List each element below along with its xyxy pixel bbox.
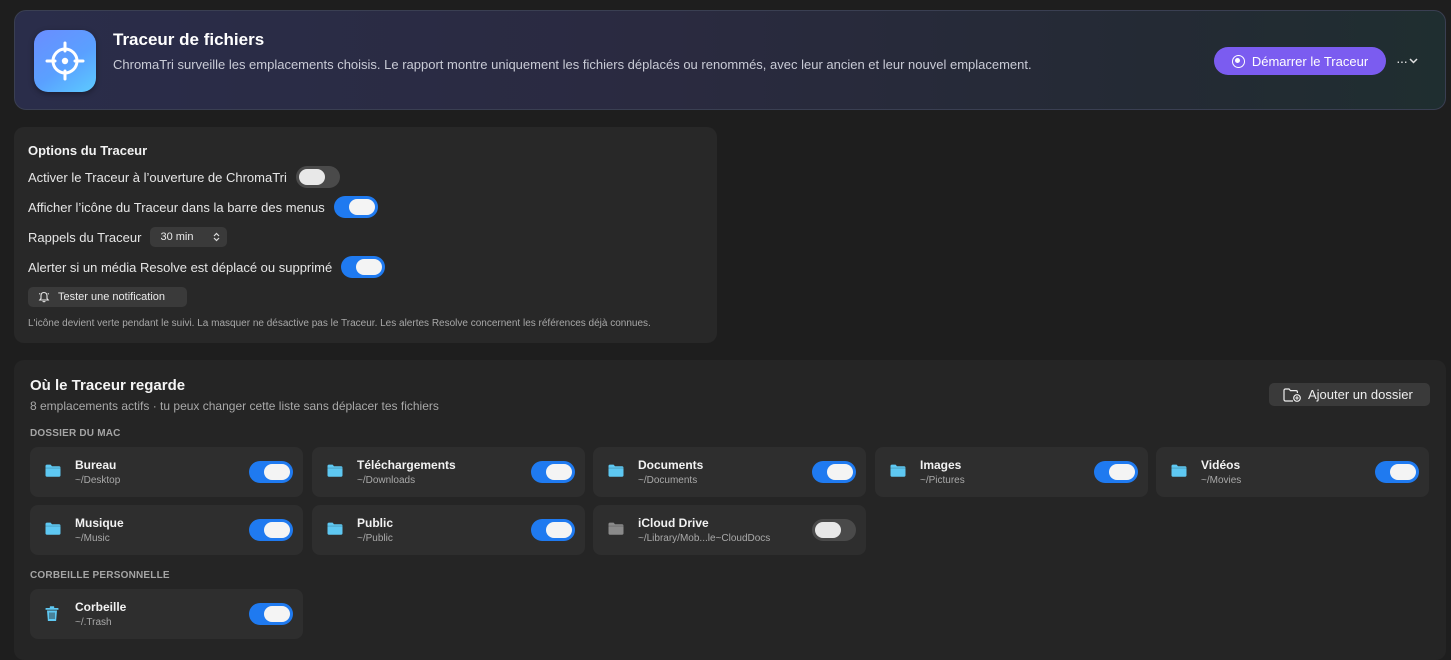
folder-icon [327,522,343,540]
folder-icon [45,522,61,540]
folder-icon [1171,464,1187,482]
location-path: ~/Movies [1201,475,1242,486]
chevron-down-icon [1409,58,1418,64]
add-folder-button[interactable]: Ajouter un dossier [1269,383,1430,406]
options-title: Options du Traceur [28,143,148,158]
more-options-button[interactable]: ··· [1396,51,1426,71]
folder-icon [45,464,61,482]
reminders-value: 30 min [160,231,194,243]
location-path: ~/Downloads [357,475,416,486]
bell-icon [38,291,50,303]
crosshair-target-icon [34,30,96,92]
location-name: Musique [75,516,124,530]
option-menubar-icon: Afficher l’icône du Traceur dans la barr… [28,196,378,218]
location-toggle[interactable] [531,461,575,483]
option-label: Activer le Traceur à l’ouverture de Chro… [28,169,287,185]
location-card-librarymobleclouddocs: iCloud Drive ~/Library/Mob...le~CloudDocs [593,505,866,555]
add-folder-label: Ajouter un dossier [1308,387,1413,402]
watch-locations-panel: Où le Traceur regarde 8 emplacements act… [14,360,1446,660]
option-resolve-alert: Alerter si un média Resolve est déplacé … [28,256,386,278]
location-name: Documents [638,458,704,472]
option-open-at-launch: Activer le Traceur à l’ouverture de Chro… [28,166,340,188]
location-toggle[interactable] [812,461,856,483]
location-path: ~/Pictures [920,475,965,486]
location-toggle[interactable] [1094,461,1138,483]
watch-subtitle: 8 emplacements actifs · tu peux changer … [30,399,439,413]
folder-icon [608,522,624,540]
reminders-select[interactable]: 30 min [150,227,228,247]
location-toggle[interactable] [1375,461,1419,483]
trash-toggle[interactable] [249,603,293,625]
start-tracer-label: Démarrer le Traceur [1251,53,1369,69]
tracer-options-panel: Options du Traceur Activer le Traceur à … [14,127,717,343]
folder-add-icon [1283,387,1301,402]
folder-icon [327,464,343,482]
location-card-trash: Corbeille ~/.Trash [30,589,303,639]
location-toggle[interactable] [812,519,856,541]
open-at-launch-toggle[interactable] [295,166,340,188]
option-label: Rappels du Traceur [28,229,142,245]
folder-icon [608,464,624,482]
mac-folders-section-header: DOSSIER DU MAC [30,428,121,439]
watch-title: Où le Traceur regarde [30,377,186,394]
more-dots-icon: ··· [1396,53,1408,69]
location-card-documents: Documents ~/Documents [593,447,866,497]
location-name: iCloud Drive [638,516,709,530]
location-name: Téléchargements [357,458,456,472]
location-path: ~/Documents [638,475,698,486]
record-icon [1231,54,1245,68]
trash-section-header: CORBEILLE PERSONNELLE [30,570,170,581]
page-title: Traceur de fichiers [113,30,265,49]
location-name: Corbeille [75,600,127,614]
location-name: Public [357,516,394,530]
location-card-movies: Vidéos ~/Movies [1156,447,1429,497]
location-path: ~/Desktop [75,475,121,486]
page-description: ChromaTri surveille les emplacements cho… [113,57,1032,72]
location-card-pictures: Images ~/Pictures [875,447,1148,497]
option-label: Afficher l’icône du Traceur dans la barr… [28,199,325,215]
location-path: ~/Library/Mob...le~CloudDocs [638,533,771,544]
updown-chevron-icon [213,232,220,242]
location-card-public: Public ~/Public [312,505,585,555]
options-note: L'icône devient verte pendant le suivi. … [28,318,651,329]
folder-icon [890,464,906,482]
location-toggle[interactable] [249,461,293,483]
location-card-downloads: Téléchargements ~/Downloads [312,447,585,497]
option-label: Alerter si un média Resolve est déplacé … [28,259,333,275]
trash-icon [45,606,59,627]
location-toggle[interactable] [249,519,293,541]
menubar-icon-toggle[interactable] [333,196,378,218]
location-name: Bureau [75,458,117,472]
start-tracer-button[interactable]: Démarrer le Traceur [1214,47,1386,75]
location-name: Vidéos [1201,458,1241,472]
location-path: ~/.Trash [75,617,112,628]
location-path: ~/Music [75,533,110,544]
tracer-header-banner: Traceur de fichiers ChromaTri surveille … [14,10,1446,110]
location-name: Images [920,458,962,472]
option-reminders: Rappels du Traceur 30 min [28,226,228,248]
test-notification-button[interactable]: Tester une notification [28,287,187,307]
location-path: ~/Public [357,533,393,544]
location-toggle[interactable] [531,519,575,541]
test-notification-label: Tester une notification [58,291,166,303]
location-card-music: Musique ~/Music [30,505,303,555]
location-card-desktop: Bureau ~/Desktop [30,447,303,497]
resolve-alert-toggle[interactable] [341,256,386,278]
